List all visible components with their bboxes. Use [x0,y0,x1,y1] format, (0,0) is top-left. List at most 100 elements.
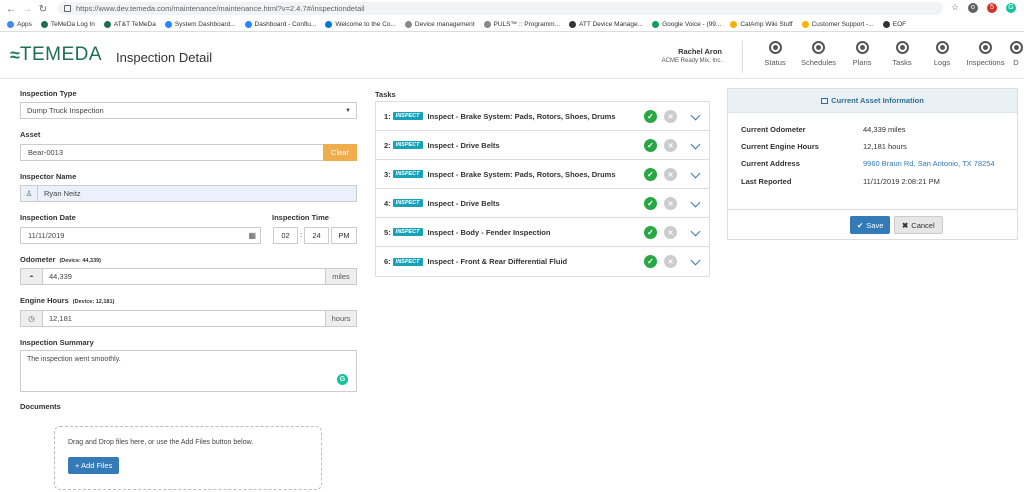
time-minute-input[interactable]: 24 [304,227,329,244]
bookmark-favicon-icon [404,20,412,28]
task-number: 4: [384,198,391,208]
inspection-date-label: Inspection Date [20,213,76,222]
chevron-down-icon[interactable] [690,168,701,179]
pass-check-icon[interactable]: ✓ [644,110,657,123]
asset-value: 44,339 miles [863,125,906,134]
grammarly-extension-icon[interactable]: G [1006,2,1016,13]
reload-icon[interactable]: ↻ [36,2,50,16]
plans-icon [855,41,869,54]
nav-schedules[interactable]: Schedules [795,41,842,67]
extension-icon[interactable]: o [968,2,978,13]
inspect-badge: INSPECT [392,141,423,149]
cancel-button[interactable]: ✖ Cancel [894,216,943,234]
time-hour-input[interactable]: 02 [273,227,298,244]
file-dropzone[interactable]: Drag and Drop files here, or use the Add… [54,426,322,490]
odometer-label-text: Odometer [20,255,56,264]
address-bar[interactable]: https://www.dev.temeda.com/maintenance/m… [58,2,943,15]
bookmark-label: Customer Support -... [811,20,874,28]
fail-x-icon[interactable]: ✕ [664,139,677,152]
inspector-name-input[interactable]: ♙ Ryan Neitz [20,185,357,202]
nav-more[interactable]: D [1009,41,1023,67]
task-row[interactable]: 4: INSPECT Inspect - Drive Belts ✓ ✕ [376,189,709,218]
address-link[interactable]: 9960 Braun Rd, San Antonio, TX 78254 [863,159,995,168]
save-button[interactable]: ✔ Save [850,216,891,234]
chevron-down-icon[interactable] [690,139,701,150]
schedules-icon [812,41,825,54]
nav-logs[interactable]: Logs [922,41,962,67]
clear-button[interactable]: Clear [323,144,357,161]
grammarly-icon[interactable]: G [337,374,348,385]
fail-x-icon[interactable]: ✕ [664,197,677,210]
asset-value: 12,181 hours [863,142,907,151]
url-text: https://www.dev.temeda.com/maintenance/m… [76,4,365,13]
bookmark-label: Google Voice - (99... [662,20,722,28]
pass-check-icon[interactable]: ✓ [644,255,657,268]
fail-x-icon[interactable]: ✕ [664,226,677,239]
bookmark-item[interactable]: EOF [882,20,907,28]
chevron-down-icon[interactable] [690,255,701,266]
nav-status[interactable]: Status [755,41,795,67]
back-arrow-icon[interactable]: ← [4,2,18,16]
asset-key: Current Odometer [741,125,806,134]
bookmark-item[interactable]: CalAmp Wiki Stuff [730,20,793,28]
task-list: 1: INSPECT Inspect - Brake System: Pads, R… [375,101,710,277]
forward-arrow-icon[interactable]: → [20,2,34,16]
bookmark-item[interactable]: Dashboard - Conflu... [244,20,316,28]
pass-check-icon[interactable]: ✓ [644,197,657,210]
asset-key: Current Engine Hours [741,142,819,151]
task-title: Inspect - Drive Belts [427,198,500,208]
app-header: ≈ TEMEDA Inspection Detail Rachel Aron A… [0,33,1024,79]
bookmark-item[interactable]: Device management [404,20,475,28]
task-row[interactable]: 5: INSPECT Inspect - Body - Fender Inspect… [376,218,709,247]
odometer-input[interactable]: ◓ 44,339 miles [20,268,357,285]
inspection-summary-textarea[interactable]: The inspection went smoothly. [20,350,357,392]
bookmark-item[interactable]: Google Voice - (99... [652,20,722,28]
nav-inspections[interactable]: Inspections [962,41,1009,67]
bookmark-item[interactable]: Welcome to the Co... [325,20,396,28]
inspection-date-input[interactable]: 11/11/2019 ▦ [20,227,261,244]
extension-badge-icon[interactable]: 5 [987,2,997,13]
bookmark-label: EOF [892,20,907,28]
header-divider [742,41,743,73]
bookmark-item[interactable]: Apps [7,20,32,28]
task-row[interactable]: 6: INSPECT Inspect - Front & Rear Differen… [376,247,709,276]
bookmark-item[interactable]: ATT Device Manage... [569,20,643,28]
time-ampm-toggle[interactable]: PM [331,227,357,244]
calendar-icon[interactable]: ▦ [248,231,256,240]
bookmark-item[interactable]: AT&T TeMeDa [103,20,156,28]
add-files-button[interactable]: + Add Files [68,457,120,474]
fail-x-icon[interactable]: ✕ [664,255,677,268]
bookmark-item[interactable]: TeMeDa Log In [40,20,95,28]
inspector-name-label: Inspector Name [20,172,77,181]
pass-check-icon[interactable]: ✓ [644,139,657,152]
task-row[interactable]: 3: INSPECT Inspect - Brake System: Pads, R… [376,160,709,189]
inspection-type-select[interactable]: Dump Truck Inspection ▼ [20,102,357,119]
temeda-logo[interactable]: ≈ TEMEDA [10,44,102,66]
task-row[interactable]: 1: INSPECT Inspect - Brake System: Pads, R… [376,102,709,131]
bookmark-favicon-icon [483,20,491,28]
bookmark-favicon-icon [40,20,48,28]
pass-check-icon[interactable]: ✓ [644,226,657,239]
chevron-down-icon[interactable] [690,110,701,121]
star-icon[interactable]: ☆ [951,2,959,13]
chevron-down-icon[interactable] [690,197,701,208]
inspection-type-label: Inspection Type [20,89,77,98]
pass-check-icon[interactable]: ✓ [644,168,657,181]
bookmark-label: TeMeDa Log In [50,20,95,28]
nav-label: Inspections [966,58,1005,67]
nav-plans[interactable]: Plans [842,41,882,67]
nav-tasks[interactable]: Tasks [882,41,922,67]
bookmark-item[interactable]: PULS™ :: Programm... [483,20,560,28]
chevron-down-icon[interactable] [690,226,701,237]
asset-input[interactable]: Bear-0013 [20,144,324,161]
documents-label: Documents [20,402,61,411]
bookmark-item[interactable]: Customer Support -... [801,20,874,28]
caret-down-icon: ▼ [345,108,351,114]
fail-x-icon[interactable]: ✕ [664,168,677,181]
bookmark-item[interactable]: System Dashboard... [164,20,236,28]
task-row[interactable]: 2: INSPECT Inspect - Drive Belts ✓ ✕ [376,131,709,160]
fail-x-icon[interactable]: ✕ [664,110,677,123]
user-info[interactable]: Rachel Aron ACME Ready Mix, Inc. [662,47,722,64]
engine-hours-input[interactable]: ◷ 12,181 hours [20,310,357,327]
bookmark-favicon-icon [103,20,111,28]
